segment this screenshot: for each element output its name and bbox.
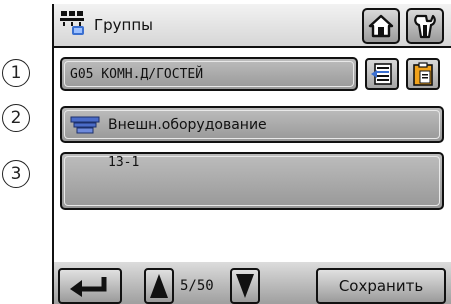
title-bar: Группы bbox=[54, 4, 451, 48]
settings-button[interactable] bbox=[406, 8, 444, 44]
save-button[interactable]: Сохранить bbox=[316, 268, 446, 304]
equipment-value: Внешн.оборудование bbox=[108, 117, 267, 133]
bottom-toolbar: 5/50 Сохранить bbox=[54, 262, 451, 304]
device-screen: Группы G05 КОМН.Д/ГОСТЕЙ Внешн.оборудова… bbox=[52, 4, 451, 304]
page-down-icon bbox=[236, 274, 254, 298]
page-down-button[interactable] bbox=[230, 268, 260, 304]
home-icon bbox=[368, 14, 394, 38]
home-button[interactable] bbox=[362, 8, 400, 44]
save-button-label: Сохранить bbox=[338, 277, 424, 295]
clipboard-button[interactable] bbox=[406, 58, 440, 90]
network-group-icon bbox=[60, 10, 88, 38]
group-name-field[interactable]: G05 КОМН.Д/ГОСТЕЙ bbox=[60, 57, 358, 91]
edit-list-icon bbox=[371, 63, 392, 85]
item-field[interactable]: 13-1 bbox=[60, 152, 444, 210]
wrench-icon bbox=[414, 14, 436, 39]
item-value: 13-1 bbox=[108, 155, 140, 170]
clipboard-icon bbox=[413, 62, 433, 86]
callout-1: 1 bbox=[2, 59, 30, 87]
equipment-icon bbox=[70, 116, 100, 134]
equipment-field[interactable]: Внешн.оборудование bbox=[60, 106, 444, 143]
enter-return-icon bbox=[70, 277, 107, 297]
back-button[interactable] bbox=[58, 268, 122, 304]
edit-list-button[interactable] bbox=[365, 58, 399, 90]
callout-2: 2 bbox=[2, 104, 30, 132]
group-name-value: G05 КОМН.Д/ГОСТЕЙ bbox=[70, 67, 204, 82]
page-indicator: 5/50 bbox=[180, 278, 214, 294]
page-up-icon bbox=[150, 274, 168, 298]
page-title: Группы bbox=[94, 16, 154, 34]
page-up-button[interactable] bbox=[144, 268, 174, 304]
callout-3: 3 bbox=[2, 160, 30, 188]
